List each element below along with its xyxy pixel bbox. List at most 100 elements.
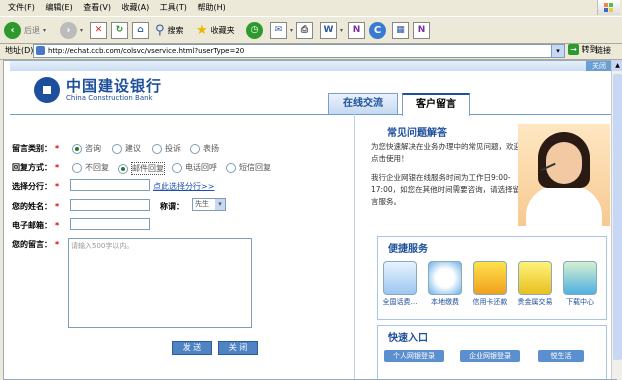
stop-button[interactable]: ✕ xyxy=(90,20,107,40)
refresh-button[interactable]: ↻ xyxy=(111,20,128,40)
menu-bar: 文件(F) 编辑(E) 查看(V) 收藏(A) 工具(T) 帮助(H) xyxy=(0,0,622,16)
submit-button[interactable]: 发 送 xyxy=(172,341,212,355)
radio-icon xyxy=(72,162,82,173)
name-input[interactable] xyxy=(70,199,150,211)
reply-none[interactable]: 不回复 xyxy=(72,162,109,173)
url-field[interactable]: http://echat.ccb.com/colsvc/vservice.htm… xyxy=(33,44,553,58)
web-page: 关闭 中国建设银行 China Construction Bank 在线交流 客… xyxy=(3,60,617,380)
reply-sms[interactable]: 短信回复 xyxy=(226,162,271,173)
dropdown-arrow-icon: ▾ xyxy=(340,26,344,34)
service-phone-bill[interactable]: 全国话费… xyxy=(380,261,420,307)
onenote-send-button[interactable]: N xyxy=(413,20,430,40)
reply-email[interactable]: 邮件回复 xyxy=(118,162,165,175)
menu-tools[interactable]: 工具(T) xyxy=(160,0,187,16)
menu-favorites[interactable]: 收藏(A) xyxy=(122,0,150,16)
page-icon xyxy=(36,46,45,55)
menu-view[interactable]: 查看(V) xyxy=(83,0,111,16)
onenote-icon: N xyxy=(413,21,430,39)
category-praise[interactable]: 表扬 xyxy=(190,143,219,154)
quick-entry-title: 快速入口 xyxy=(388,333,428,344)
forward-button[interactable]: › ▾ xyxy=(60,20,83,40)
category-consult[interactable]: 咨询 xyxy=(72,143,101,154)
message-textarea[interactable]: 请输入500字以内。 xyxy=(68,238,252,328)
service-local-payment[interactable]: 本地缴费 xyxy=(425,261,465,307)
links-button[interactable]: 链接 xyxy=(595,45,611,56)
favorites-button[interactable]: ★ 收藏夹 xyxy=(196,20,235,40)
star-icon: ★ xyxy=(196,22,208,38)
back-button[interactable]: ‹ 后退 ▾ xyxy=(4,20,46,40)
title-label: 称谓： xyxy=(160,202,184,211)
category-suggest[interactable]: 建议 xyxy=(112,143,141,154)
category-complain[interactable]: 投诉 xyxy=(152,143,181,154)
email-input[interactable] xyxy=(70,218,150,230)
messenger-button[interactable]: C xyxy=(369,20,386,40)
address-dropdown-icon[interactable]: ▾ xyxy=(551,44,565,58)
go-arrow-icon: → xyxy=(568,44,579,55)
service-download[interactable]: 下载中心 xyxy=(560,261,600,307)
header: 中国建设银行 China Construction Bank 在线交流 客户留言 xyxy=(10,71,614,116)
address-bar: 地址(D) http://echat.ccb.com/colsvc/vservi… xyxy=(0,43,622,60)
scroll-up-icon[interactable]: ▲ xyxy=(612,60,622,71)
menu-file[interactable]: 文件(F) xyxy=(8,0,35,16)
branch-label: 选择分行： * xyxy=(12,182,60,191)
refresh-icon: ↻ xyxy=(111,21,128,39)
messenger-icon: C xyxy=(369,21,386,39)
reply-phone[interactable]: 电话回呼 xyxy=(172,162,217,173)
radio-icon xyxy=(118,163,128,174)
mail-button[interactable]: ✉ ▾ xyxy=(270,20,293,40)
service-precious-metal[interactable]: 贵金属交易 xyxy=(515,261,555,307)
faq-text-2: 我行企业网银在线服务时间为工作日9:00-17:00，如您在其他时间需要咨询，请… xyxy=(371,173,521,206)
tab-customer-message[interactable]: 客户留言 xyxy=(402,93,470,116)
faq-title: 常见问题解答 xyxy=(387,128,447,139)
history-icon: ◷ xyxy=(246,21,263,39)
category-label: 留言类别： * xyxy=(12,144,60,153)
tab-online-chat[interactable]: 在线交流 xyxy=(328,93,398,114)
radio-icon xyxy=(226,162,236,173)
vertical-scrollbar[interactable]: ▲ xyxy=(611,60,622,379)
print-button[interactable]: ⎙ xyxy=(296,20,313,40)
onenote-icon: N xyxy=(348,21,365,39)
services-box: 便捷服务 全国话费… 本地缴费 信用卡还款 贵金属交易 下载中心 xyxy=(377,236,607,320)
print-icon: ⎙ xyxy=(296,21,313,39)
reply-label: 回复方式： * xyxy=(12,163,60,172)
top-strip xyxy=(10,61,614,71)
close-form-button[interactable]: 关 闭 xyxy=(218,341,258,355)
onenote-button[interactable]: N xyxy=(348,20,365,40)
go-button[interactable]: → 转到 xyxy=(568,44,598,55)
history-button[interactable]: ◷ xyxy=(246,20,263,40)
quick-entry-box: 快速入口 个人网银登录 企业网银登录 悦生活 xyxy=(377,325,607,379)
radio-icon xyxy=(72,143,82,154)
download-icon xyxy=(563,261,597,295)
service-credit-card[interactable]: 信用卡还款 xyxy=(470,261,510,307)
research-button[interactable]: ▦ xyxy=(392,20,409,40)
forward-arrow-icon: › xyxy=(60,21,77,39)
word-icon: W xyxy=(320,21,337,39)
radio-icon xyxy=(172,162,182,173)
services-title: 便捷服务 xyxy=(388,244,428,255)
logo-english: China Construction Bank xyxy=(66,94,153,102)
search-button[interactable]: ⚲ 搜索 xyxy=(155,20,184,40)
customer-service-photo xyxy=(518,124,610,226)
logo-chinese: 中国建设银行 xyxy=(66,77,163,95)
faq-text-1[interactable]: 为您快速解决在业务办理中的常见问题，欢迎点击使用！ xyxy=(371,141,521,165)
title-select[interactable]: 先生 ▾ xyxy=(192,198,226,211)
dropdown-arrow-icon: ▾ xyxy=(43,26,47,34)
corporate-banking-login-button[interactable]: 企业网银登录 xyxy=(460,350,520,362)
radio-icon xyxy=(112,143,122,154)
toolbar: ‹ 后退 ▾ › ▾ ✕ ↻ ⌂ ⚲ 搜索 ★ 收藏夹 ◷ ✉ ▾ ⎙ W ▾ … xyxy=(0,16,622,44)
select-branch-link[interactable]: 点此选择分行>> xyxy=(153,181,214,192)
research-icon: ▦ xyxy=(392,21,409,39)
edit-button[interactable]: W ▾ xyxy=(320,20,343,40)
menu-help[interactable]: 帮助(H) xyxy=(197,0,225,16)
home-button[interactable]: ⌂ xyxy=(132,20,149,40)
menu-edit[interactable]: 编辑(E) xyxy=(45,0,72,16)
phone-icon xyxy=(383,261,417,295)
email-label: 电子邮箱： * xyxy=(12,221,60,230)
home-icon: ⌂ xyxy=(132,21,149,39)
personal-banking-login-button[interactable]: 个人网银登录 xyxy=(384,350,444,362)
page-close-button[interactable]: 关闭 xyxy=(586,61,612,71)
joy-life-button[interactable]: 悦生活 xyxy=(538,350,584,362)
branch-input[interactable] xyxy=(70,179,150,191)
back-arrow-icon: ‹ xyxy=(4,21,21,39)
scroll-thumb[interactable] xyxy=(613,74,622,360)
